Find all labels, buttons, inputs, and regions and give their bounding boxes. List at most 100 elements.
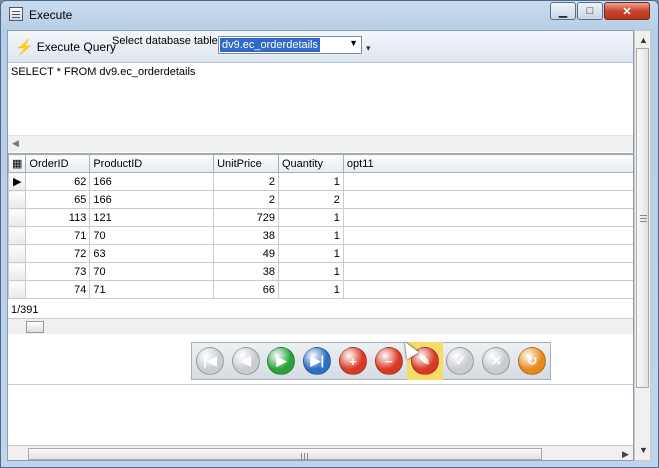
- vertical-scroll-thumb[interactable]: [636, 48, 649, 388]
- table-select-dropdown[interactable]: dv9.ec_orderdetails ▼: [218, 36, 362, 54]
- table-cell[interactable]: 49: [213, 244, 279, 263]
- last-icon: ▶|: [303, 347, 332, 375]
- toolbar: ⚡ Execute Query Select database table dv…: [8, 31, 633, 63]
- minimize-icon: ▁: [558, 5, 568, 18]
- title-bar[interactable]: Execute ▁ □ ✕: [1, 1, 658, 29]
- prior-icon: ◀: [231, 347, 260, 375]
- row-indicator[interactable]: [8, 244, 27, 263]
- table-cell[interactable]: 66: [213, 280, 279, 299]
- grid-horizontal-scrollbar[interactable]: [8, 318, 633, 334]
- table-row[interactable]: ▶ 62 166 2 1: [8, 172, 633, 191]
- column-header[interactable]: ProductID: [89, 154, 215, 173]
- table-cell[interactable]: [342, 190, 633, 209]
- minimize-button[interactable]: ▁: [550, 2, 576, 20]
- table-cell[interactable]: 63: [89, 244, 215, 263]
- table-cell[interactable]: 1: [278, 280, 344, 299]
- table-row[interactable]: 72 63 49 1: [8, 244, 633, 263]
- execute-window: Execute ▁ □ ✕ ⚡ Execute Query Select dat…: [0, 0, 659, 468]
- column-header[interactable]: UnitPrice: [213, 154, 279, 173]
- table-cell[interactable]: 1: [278, 172, 344, 191]
- prior-record-button[interactable]: ◀: [228, 342, 264, 380]
- grid-table: ▦ OrderID ProductID UnitPrice Quantity opt11 …: [8, 154, 633, 299]
- table-cell[interactable]: 71: [25, 226, 91, 245]
- lightning-bolt-icon: ⚡: [15, 39, 34, 56]
- column-header[interactable]: opt11: [342, 154, 633, 173]
- table-cell[interactable]: 70: [89, 262, 215, 281]
- table-cell[interactable]: 38: [213, 262, 279, 281]
- execute-query-button[interactable]: ⚡ Execute Query: [12, 37, 119, 57]
- table-cell[interactable]: [342, 208, 633, 227]
- table-row[interactable]: 65 166 2 2: [8, 190, 633, 209]
- column-header[interactable]: OrderID: [25, 154, 91, 173]
- last-record-button[interactable]: ▶|: [299, 342, 335, 380]
- scroll-up-icon[interactable]: ▲: [639, 35, 648, 45]
- chevron-down-icon: ▼: [349, 38, 358, 48]
- table-cell[interactable]: 1: [278, 208, 344, 227]
- plus-icon: +: [339, 347, 368, 375]
- record-position: 1/391: [11, 304, 39, 316]
- table-cell[interactable]: 729: [213, 208, 279, 227]
- table-cell[interactable]: 70: [89, 226, 215, 245]
- grid-corner[interactable]: ▦: [8, 154, 27, 173]
- table-cell[interactable]: 2: [278, 190, 344, 209]
- data-navigator: |◀ ◀ ▶ ▶| + − ✎ ✓ ✕ ↻: [191, 342, 551, 380]
- row-indicator[interactable]: [8, 226, 27, 245]
- table-cell[interactable]: 1: [278, 262, 344, 281]
- maximize-button[interactable]: □: [577, 2, 603, 20]
- first-icon: |◀: [195, 347, 224, 375]
- table-cell[interactable]: 166: [89, 172, 215, 191]
- column-header[interactable]: Quantity: [278, 154, 344, 173]
- vertical-scrollbar[interactable]: ▲ ▼: [634, 30, 651, 461]
- table-cell[interactable]: 72: [25, 244, 91, 263]
- cancel-edit-button[interactable]: ✕: [478, 342, 514, 380]
- table-cell[interactable]: 121: [89, 208, 215, 227]
- table-cell[interactable]: [342, 262, 633, 281]
- table-cell[interactable]: 1: [278, 244, 344, 263]
- table-row[interactable]: 113 121 729 1: [8, 208, 633, 227]
- table-cell[interactable]: [342, 172, 633, 191]
- bottom-scroll-thumb[interactable]: [28, 448, 542, 460]
- scroll-down-icon[interactable]: ▼: [639, 445, 648, 455]
- insert-record-button[interactable]: +: [335, 342, 371, 380]
- table-cell[interactable]: 38: [213, 226, 279, 245]
- client-area: ⚡ Execute Query Select database table dv…: [7, 30, 634, 461]
- table-row[interactable]: 73 70 38 1: [8, 262, 633, 281]
- refresh-button[interactable]: ↻: [514, 342, 550, 380]
- next-record-button[interactable]: ▶: [264, 342, 300, 380]
- close-button[interactable]: ✕: [604, 2, 650, 20]
- message-area: [8, 384, 633, 444]
- sql-horizontal-scrollbar[interactable]: ◀: [8, 135, 633, 152]
- table-cell[interactable]: 65: [25, 190, 91, 209]
- table-cell[interactable]: [342, 244, 633, 263]
- table-cell[interactable]: [342, 280, 633, 299]
- close-icon: ✕: [622, 5, 632, 18]
- current-row-indicator-icon[interactable]: ▶: [8, 172, 27, 191]
- maximize-icon: □: [586, 5, 594, 17]
- grid-scroll-thumb[interactable]: [26, 321, 44, 333]
- row-indicator[interactable]: [8, 208, 27, 227]
- table-row[interactable]: 71 70 38 1: [8, 226, 633, 245]
- check-icon: ✓: [446, 347, 475, 375]
- table-cell[interactable]: 166: [89, 190, 215, 209]
- table-row[interactable]: 74 71 66 1: [8, 280, 633, 299]
- table-cell[interactable]: [342, 226, 633, 245]
- row-indicator[interactable]: [8, 280, 27, 299]
- toolbar-overflow-icon[interactable]: ▾: [366, 43, 371, 54]
- table-cell[interactable]: 73: [25, 262, 91, 281]
- table-cell[interactable]: 113: [25, 208, 91, 227]
- table-cell[interactable]: 74: [25, 280, 91, 299]
- table-cell[interactable]: 71: [89, 280, 215, 299]
- scroll-right-icon[interactable]: ▶: [622, 449, 629, 460]
- row-indicator[interactable]: [8, 262, 27, 281]
- post-edit-button[interactable]: ✓: [443, 342, 479, 380]
- row-indicator[interactable]: [8, 190, 27, 209]
- first-record-button[interactable]: |◀: [192, 342, 228, 380]
- scroll-left-icon[interactable]: ◀: [12, 138, 19, 149]
- sql-editor[interactable]: SELECT * FROM dv9.ec_orderdetails: [8, 63, 633, 141]
- table-cell[interactable]: 2: [213, 190, 279, 209]
- table-cell[interactable]: 2: [213, 172, 279, 191]
- table-cell[interactable]: 62: [25, 172, 91, 191]
- table-select-label: Select database table: [112, 35, 218, 47]
- bottom-horizontal-scrollbar[interactable]: ▶: [8, 445, 633, 460]
- table-cell[interactable]: 1: [278, 226, 344, 245]
